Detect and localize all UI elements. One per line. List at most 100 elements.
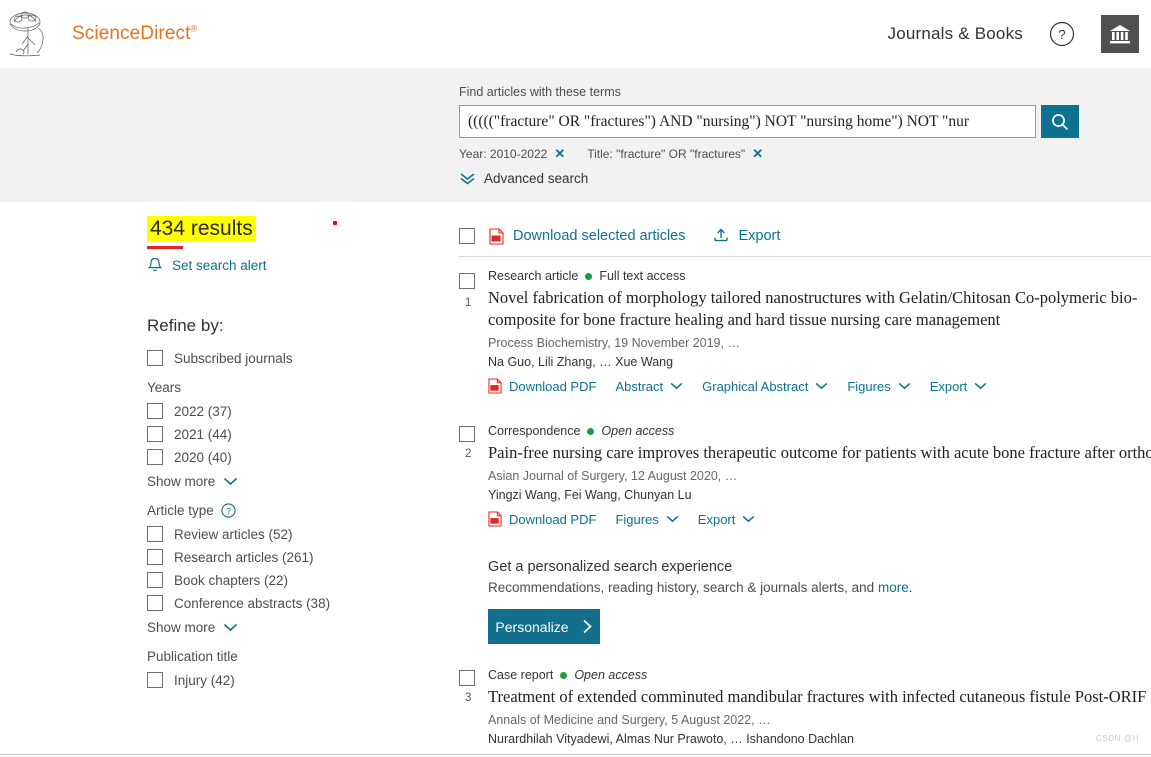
filter-chip-title-label: Title: "fracture" OR "fractures" [587, 147, 746, 161]
advanced-search-toggle[interactable]: Advanced search [459, 171, 1079, 186]
facet-row-year-2020[interactable]: 2020 (40) [147, 449, 437, 465]
facet-row-injury[interactable]: Injury (42) [147, 672, 437, 688]
show-more-years-button[interactable]: Show more [147, 474, 437, 489]
download-selected-articles-button[interactable]: Download selected articles [489, 227, 685, 245]
checkbox[interactable] [147, 672, 163, 688]
result-number: 2 [465, 448, 472, 460]
set-search-alert-button[interactable]: Set search alert [147, 257, 437, 274]
result-export-label: Export [697, 511, 736, 527]
checkbox[interactable] [147, 549, 163, 565]
graphical-abstract-toggle[interactable]: Graphical Abstract [702, 379, 828, 394]
result-type-row: Case report Open access [488, 668, 1151, 682]
result-actions: Download PDF Figures Export [488, 511, 1151, 527]
institution-building-icon[interactable] [1101, 15, 1139, 53]
facet-label: Review articles (52) [174, 526, 293, 542]
chevron-down-icon [666, 515, 679, 523]
elsevier-tree-logo [8, 8, 54, 60]
svg-text:?: ? [1058, 27, 1065, 42]
question-circle-icon[interactable]: ? [1049, 21, 1075, 47]
results-toolbar: Download selected articles Export [459, 216, 1151, 256]
checkbox[interactable] [147, 350, 163, 366]
export-button[interactable]: Export [713, 228, 780, 244]
result-type-label: Correspondence [488, 424, 581, 438]
access-status-label: Full text access [599, 269, 686, 283]
result-source-meta: Process Biochemistry, 19 November 2019, … [488, 336, 740, 350]
facet-row-research-articles[interactable]: Research articles (261) [147, 549, 437, 565]
result-title-link[interactable]: Treatment of extended comminuted mandibu… [488, 686, 1151, 708]
chevron-down-icon [898, 382, 911, 390]
checkbox[interactable] [147, 426, 163, 442]
facet-row-review-articles[interactable]: Review articles (52) [147, 526, 437, 542]
close-x-icon[interactable]: ✕ [752, 146, 763, 162]
close-x-icon[interactable]: ✕ [554, 146, 565, 162]
personalize-promo: Get a personalized search experience Rec… [488, 559, 1151, 644]
select-all-checkbox[interactable] [459, 228, 475, 244]
personalize-button[interactable]: Personalize [488, 609, 600, 644]
personalize-more-link[interactable]: more [878, 580, 909, 595]
personalize-subtitle-period: . [908, 580, 913, 595]
facet-group-article-type: Article type ? Review articles (52) Rese… [147, 503, 437, 635]
question-circle-icon[interactable]: ? [221, 503, 236, 518]
download-pdf-button[interactable]: Download PDF [488, 511, 596, 527]
chevron-down-icon [815, 382, 828, 390]
search-submit-button[interactable] [1041, 105, 1079, 138]
figures-label: Figures [615, 511, 659, 527]
result-title-link[interactable]: Novel fabrication of morphology tailored… [488, 287, 1151, 331]
facet-row-year-2022[interactable]: 2022 (37) [147, 403, 437, 419]
facet-group-publication-title: Publication title Injury (42) [147, 649, 437, 688]
search-input[interactable] [459, 105, 1036, 138]
facet-label: Conference abstracts (38) [174, 595, 331, 611]
search-band: Find articles with these terms Year: 201… [0, 68, 1151, 225]
facet-row-year-2021[interactable]: 2021 (44) [147, 426, 437, 442]
results-count: 434 results [147, 216, 256, 242]
advanced-search-label: Advanced search [484, 171, 589, 186]
pdf-file-icon [488, 511, 502, 527]
facet-row-conference-abstracts[interactable]: Conference abstracts (38) [147, 595, 437, 611]
result-title-link[interactable]: Pain-free nursing care improves therapeu… [488, 442, 1151, 464]
checkbox[interactable] [147, 526, 163, 542]
facet-subscribed: Subscribed journals [147, 350, 437, 366]
result-checkbox[interactable] [459, 670, 475, 686]
facet-heading-label: Article type [147, 503, 214, 518]
facet-label: 2022 (37) [174, 403, 232, 419]
result-export-toggle[interactable]: Export [930, 379, 988, 394]
upload-export-icon [713, 228, 729, 244]
figures-toggle[interactable]: Figures [847, 379, 911, 394]
show-more-article-type-button[interactable]: Show more [147, 620, 437, 635]
abstract-toggle[interactable]: Abstract [615, 379, 683, 394]
personalize-subtitle-text: Recommendations, reading history, search… [488, 580, 878, 595]
csdn-watermark: CSDN @H [1096, 734, 1139, 743]
facet-row-book-chapters[interactable]: Book chapters (22) [147, 572, 437, 588]
result-type-label: Case report [488, 668, 554, 682]
facet-heading-publication-title: Publication title [147, 649, 238, 664]
result-checkbox[interactable] [459, 426, 475, 442]
facet-label: Subscribed journals [174, 350, 293, 366]
result-authors: Na Guo, Lili Zhang, … Xue Wang [488, 355, 674, 369]
result-item-1: 1 Research article Full text access Nove… [459, 257, 1151, 404]
result-number: 1 [465, 297, 472, 309]
result-export-toggle[interactable]: Export [698, 512, 756, 527]
graphical-abstract-label: Graphical Abstract [702, 378, 809, 394]
checkbox[interactable] [147, 449, 163, 465]
download-pdf-button[interactable]: Download PDF [488, 378, 596, 394]
result-number: 3 [465, 692, 472, 704]
result-checkbox[interactable] [459, 273, 475, 289]
result-source-meta: Annals of Medicine and Surgery, 5 August… [488, 713, 771, 727]
facet-row-subscribed-journals[interactable]: Subscribed journals [147, 350, 437, 366]
checkbox[interactable] [147, 595, 163, 611]
filter-chip-year-label: Year: 2010-2022 [459, 147, 548, 161]
double-chevron-down-icon [459, 172, 476, 185]
checkbox[interactable] [147, 403, 163, 419]
filter-chip-title[interactable]: Title: "fracture" OR "fractures" ✕ [587, 146, 763, 162]
checkbox[interactable] [147, 572, 163, 588]
facet-heading-years: Years [147, 380, 182, 395]
facet-label: 2020 (40) [174, 449, 232, 465]
download-pdf-label: Download PDF [509, 378, 597, 394]
journals-and-books-link[interactable]: Journals & Books [888, 24, 1024, 44]
result-item-3: 3 Case report Open access Treatment of e… [459, 644, 1151, 756]
refine-by-heading: Refine by: [147, 316, 224, 335]
filter-chip-year[interactable]: Year: 2010-2022 ✕ [459, 146, 565, 162]
figures-toggle[interactable]: Figures [615, 511, 679, 527]
brand-logo-link[interactable]: ScienceDirect® [8, 8, 197, 60]
personalize-subtitle: Recommendations, reading history, search… [488, 580, 1151, 595]
